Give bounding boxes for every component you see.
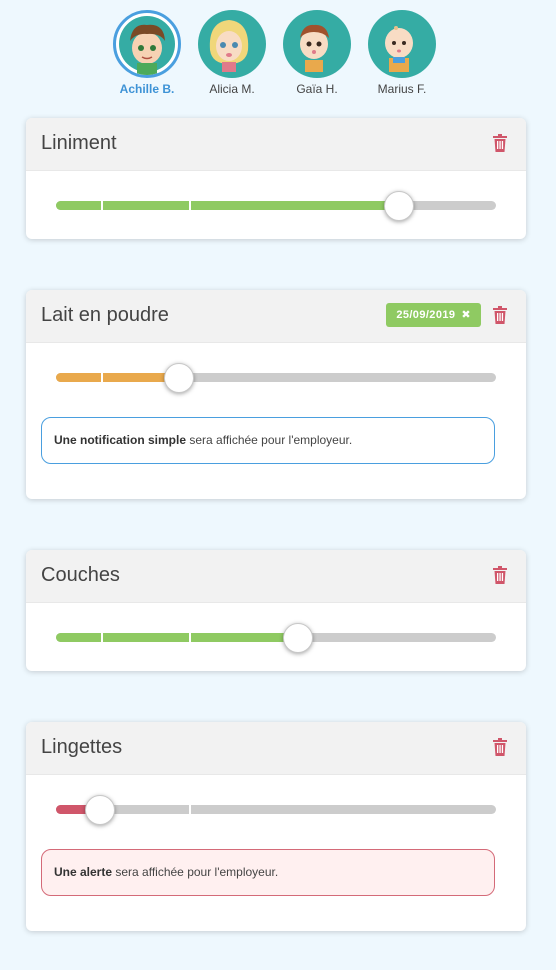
slider-thumb[interactable] [85, 795, 115, 825]
card-title: Lingettes [41, 736, 123, 758]
quantity-slider[interactable] [56, 363, 496, 393]
slider-thumb[interactable] [384, 191, 414, 221]
slider-track [56, 201, 496, 210]
notice-text: sera affichée pour l'employeur. [186, 433, 353, 447]
slider-track [56, 633, 496, 642]
quantity-slider[interactable] [56, 191, 496, 221]
slider-fill [56, 201, 399, 210]
avatar [283, 10, 351, 78]
card-title: Couches [41, 564, 120, 586]
slider-thumb[interactable] [164, 363, 194, 393]
avatar [368, 10, 436, 78]
card-header: Lait en poudre 25/09/2019 ✖ [26, 290, 526, 343]
quantity-slider[interactable] [56, 795, 496, 825]
trash-icon[interactable] [492, 566, 508, 584]
date-badge-text: 25/09/2019 [396, 309, 456, 321]
notice-bold: Une alerte [54, 865, 113, 879]
child-name: Alicia M. [209, 82, 255, 96]
child-name: Achille B. [119, 82, 175, 96]
slider-fill [56, 633, 298, 642]
card-header: Lingettes [26, 722, 526, 775]
child-alicia[interactable]: Alicia M. [187, 10, 277, 96]
children-selector: Achille B. Alicia M. Gaïa H. Marius F. [0, 0, 556, 110]
trash-icon[interactable] [492, 306, 508, 324]
avatar [198, 10, 266, 78]
child-name: Marius F. [377, 82, 427, 96]
slider-track [56, 805, 496, 814]
child-marius[interactable]: Marius F. [357, 10, 447, 96]
card-header: Liniment [26, 118, 526, 171]
child-gaia[interactable]: Gaïa H. [272, 10, 362, 96]
trash-icon[interactable] [492, 134, 508, 152]
supply-card-couches: Couches [26, 550, 526, 671]
supply-card-lait-en-poudre: Lait en poudre 25/09/2019 ✖ Une notificat… [26, 290, 526, 499]
supply-card-lingettes: Lingettes Une alerte sera affichée pour … [26, 722, 526, 931]
card-title: Lait en poudre [41, 304, 169, 326]
card-header: Couches [26, 550, 526, 603]
notice-text: sera affichée pour l'employeur. [112, 865, 279, 879]
date-badge: 25/09/2019 ✖ [386, 303, 481, 327]
child-achille[interactable]: Achille B. [102, 10, 192, 96]
notification-notice: Une notification simple sera affichée po… [41, 417, 495, 464]
supply-card-liniment: Liniment [26, 118, 526, 239]
alert-notice: Une alerte sera affichée pour l'employeu… [41, 849, 495, 896]
slider-fill [56, 373, 179, 382]
trash-icon[interactable] [492, 738, 508, 756]
card-title: Liniment [41, 132, 117, 154]
close-icon[interactable]: ✖ [461, 309, 471, 321]
child-name: Gaïa H. [296, 82, 338, 96]
avatar [113, 10, 181, 78]
quantity-slider[interactable] [56, 623, 496, 653]
notice-bold: Une notification simple [54, 433, 187, 447]
slider-thumb[interactable] [283, 623, 313, 653]
slider-track [56, 373, 496, 382]
